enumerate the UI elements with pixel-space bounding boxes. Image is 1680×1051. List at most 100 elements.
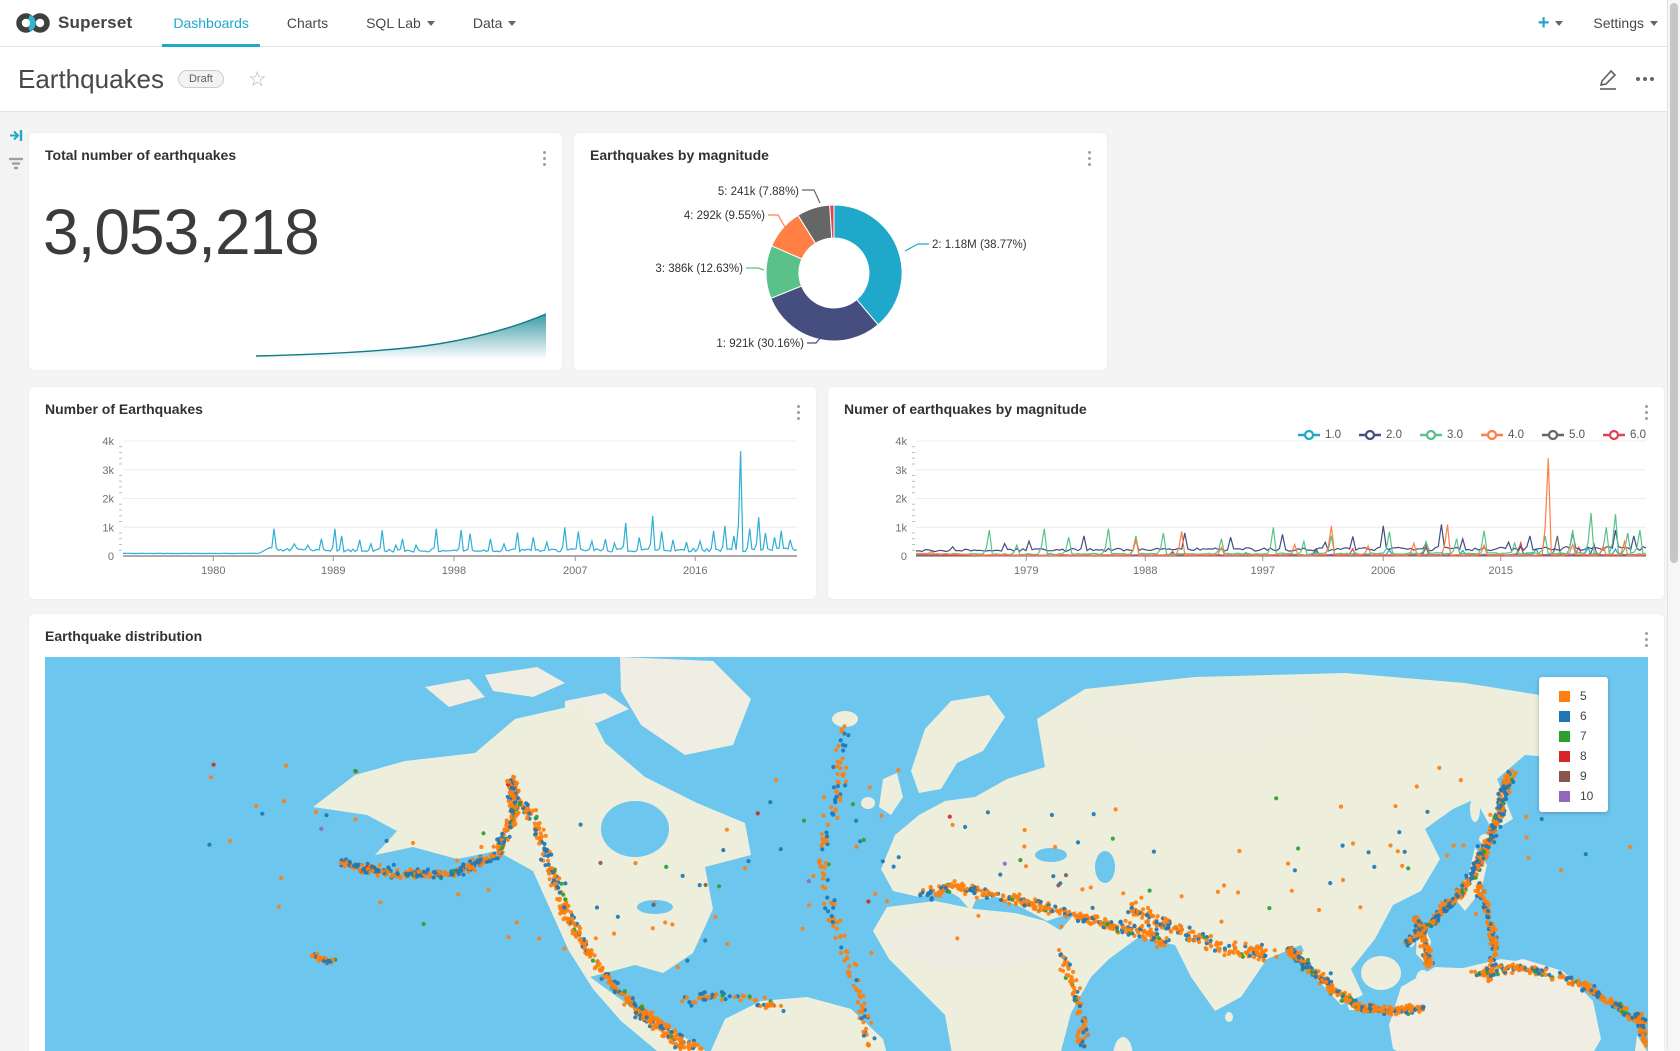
- donut-label: 1: 921k (30.16%): [716, 338, 804, 350]
- legend-swatch-icon: [1559, 731, 1570, 742]
- card-by-magnitude-timeseries: Numer of earthquakes by magnitude 1.0 2.…: [827, 386, 1665, 600]
- edit-pencil-icon[interactable]: [1596, 66, 1620, 92]
- status-badge: Draft: [178, 70, 224, 88]
- svg-text:1998: 1998: [442, 565, 466, 577]
- svg-text:3k: 3k: [102, 465, 114, 477]
- nav-item-data[interactable]: Data: [454, 0, 536, 46]
- favorite-star-icon[interactable]: ☆: [248, 67, 267, 92]
- svg-text:3k: 3k: [895, 465, 907, 477]
- svg-text:0: 0: [901, 551, 907, 563]
- legend-marker-icon: [1542, 430, 1564, 440]
- svg-text:1979: 1979: [1014, 565, 1038, 577]
- top-navbar: Superset Dashboards Charts SQL Lab Data …: [0, 0, 1680, 47]
- donut-label: 4: 292k (9.55%): [684, 210, 765, 222]
- svg-text:2k: 2k: [895, 494, 907, 506]
- map-legend-item-9: 9: [1539, 766, 1608, 786]
- svg-text:2k: 2k: [102, 494, 114, 506]
- svg-text:1k: 1k: [895, 522, 907, 534]
- nav-item-sql-lab[interactable]: SQL Lab: [347, 0, 454, 46]
- donut-label: 2: 1.18M (38.77%): [932, 239, 1027, 251]
- legend-marker-icon: [1481, 430, 1503, 440]
- map-legend-item-7: 7: [1539, 726, 1608, 746]
- svg-text:1997: 1997: [1251, 565, 1275, 577]
- chart-kebab-menu-icon[interactable]: [1645, 632, 1648, 647]
- legend-item-3.0[interactable]: 3.0: [1420, 429, 1463, 441]
- svg-text:2015: 2015: [1488, 565, 1512, 577]
- nav-item-charts[interactable]: Charts: [268, 0, 347, 46]
- card-total-number: Total number of earthquakes 3,053,218: [28, 132, 563, 371]
- chart-title: Earthquakes by magnitude: [590, 147, 769, 163]
- superset-logo[interactable]: Superset: [16, 11, 132, 35]
- scrollbar-track[interactable]: [1667, 0, 1680, 1050]
- legend-item-5.0[interactable]: 5.0: [1542, 429, 1585, 441]
- svg-text:1k: 1k: [102, 522, 114, 534]
- nav-items: Dashboards Charts SQL Lab Data: [154, 0, 535, 46]
- chart-kebab-menu-icon[interactable]: [543, 151, 546, 166]
- map-legend-item-5: 5: [1539, 686, 1608, 706]
- legend-swatch-icon: [1559, 791, 1570, 802]
- svg-text:0: 0: [108, 551, 114, 563]
- svg-text:2016: 2016: [683, 565, 707, 577]
- chart-legend: 1.0 2.0 3.0 4.0 5.0 6.0: [1298, 429, 1646, 441]
- map-legend-item-10: 10: [1539, 786, 1608, 806]
- dashboard-header: Earthquakes Draft ☆: [0, 47, 1680, 112]
- superset-infinity-icon: [16, 11, 50, 35]
- more-options-icon[interactable]: [1636, 77, 1654, 81]
- chevron-down-icon: [1650, 21, 1658, 26]
- new-item-button[interactable]: +: [1538, 12, 1564, 35]
- series-count: [123, 451, 797, 553]
- legend-swatch-icon: [1559, 751, 1570, 762]
- legend-item-6.0[interactable]: 6.0: [1603, 429, 1646, 441]
- donut-label: 3: 386k (12.63%): [655, 263, 743, 275]
- chart-title: Numer of earthquakes by magnitude: [844, 401, 1087, 417]
- scrollbar-thumb[interactable]: [1670, 3, 1678, 563]
- svg-text:2006: 2006: [1371, 565, 1395, 577]
- chart-title: Earthquake distribution: [45, 628, 202, 644]
- legend-marker-icon: [1420, 430, 1442, 440]
- donut-label: 5: 241k (7.88%): [718, 186, 799, 198]
- svg-text:2007: 2007: [563, 565, 587, 577]
- line-chart[interactable]: 0 1k 2k 3k 4k 1980 1989 1998 2007 2016: [29, 387, 816, 599]
- legend-marker-icon: [1359, 430, 1381, 440]
- legend-item-4.0[interactable]: 4.0: [1481, 429, 1524, 441]
- series-3.0: [916, 513, 1646, 555]
- card-earthquake-distribution: Earthquake distribution 5678910: [28, 613, 1665, 1051]
- chart-kebab-menu-icon[interactable]: [797, 405, 800, 420]
- legend-swatch-icon: [1559, 771, 1570, 782]
- map-legend-item-6: 6: [1539, 706, 1608, 726]
- card-by-magnitude: Earthquakes by magnitude 5: 241k (7.88%)…: [573, 132, 1108, 371]
- svg-text:4k: 4k: [102, 436, 114, 448]
- expand-filter-bar-icon[interactable]: [9, 128, 24, 143]
- filter-list-icon[interactable]: [8, 157, 24, 170]
- legend-item-2.0[interactable]: 2.0: [1359, 429, 1402, 441]
- multi-line-chart[interactable]: 0 1k 2k 3k 4k 1979 1988 1997 2006 2015: [828, 387, 1664, 599]
- chevron-down-icon: [427, 21, 435, 26]
- svg-text:1989: 1989: [321, 565, 345, 577]
- trendline-sparkline: [256, 311, 546, 358]
- page-title: Earthquakes: [18, 64, 164, 95]
- chart-kebab-menu-icon[interactable]: [1088, 151, 1091, 166]
- settings-menu[interactable]: Settings: [1593, 15, 1658, 31]
- legend-item-1.0[interactable]: 1.0: [1298, 429, 1341, 441]
- legend-marker-icon: [1298, 430, 1320, 440]
- donut-chart[interactable]: 5: 241k (7.88%) 4: 292k (9.55%) 3: 386k (1…: [574, 133, 1107, 370]
- legend-swatch-icon: [1559, 711, 1570, 722]
- big-number-value: 3,053,218: [43, 195, 319, 269]
- chart-title: Total number of earthquakes: [45, 147, 236, 163]
- map-legend: 5678910: [1539, 677, 1608, 812]
- card-number-of-earthquakes: Number of Earthquakes 0 1k 2k 3k 4k 1980 1989 1…: [28, 386, 817, 600]
- chevron-down-icon: [508, 21, 516, 26]
- brand-name: Superset: [58, 13, 132, 33]
- nav-item-dashboards[interactable]: Dashboards: [154, 0, 268, 46]
- svg-text:1988: 1988: [1133, 565, 1157, 577]
- svg-text:1980: 1980: [201, 565, 225, 577]
- series-2.0: [916, 524, 1646, 551]
- chart-kebab-menu-icon[interactable]: [1645, 405, 1648, 420]
- chart-title: Number of Earthquakes: [45, 401, 203, 417]
- map-legend-item-8: 8: [1539, 746, 1608, 766]
- world-map[interactable]: 5678910: [45, 657, 1648, 1051]
- svg-text:4k: 4k: [895, 436, 907, 448]
- legend-marker-icon: [1603, 430, 1625, 440]
- chevron-down-icon: [1555, 21, 1563, 26]
- legend-swatch-icon: [1559, 691, 1570, 702]
